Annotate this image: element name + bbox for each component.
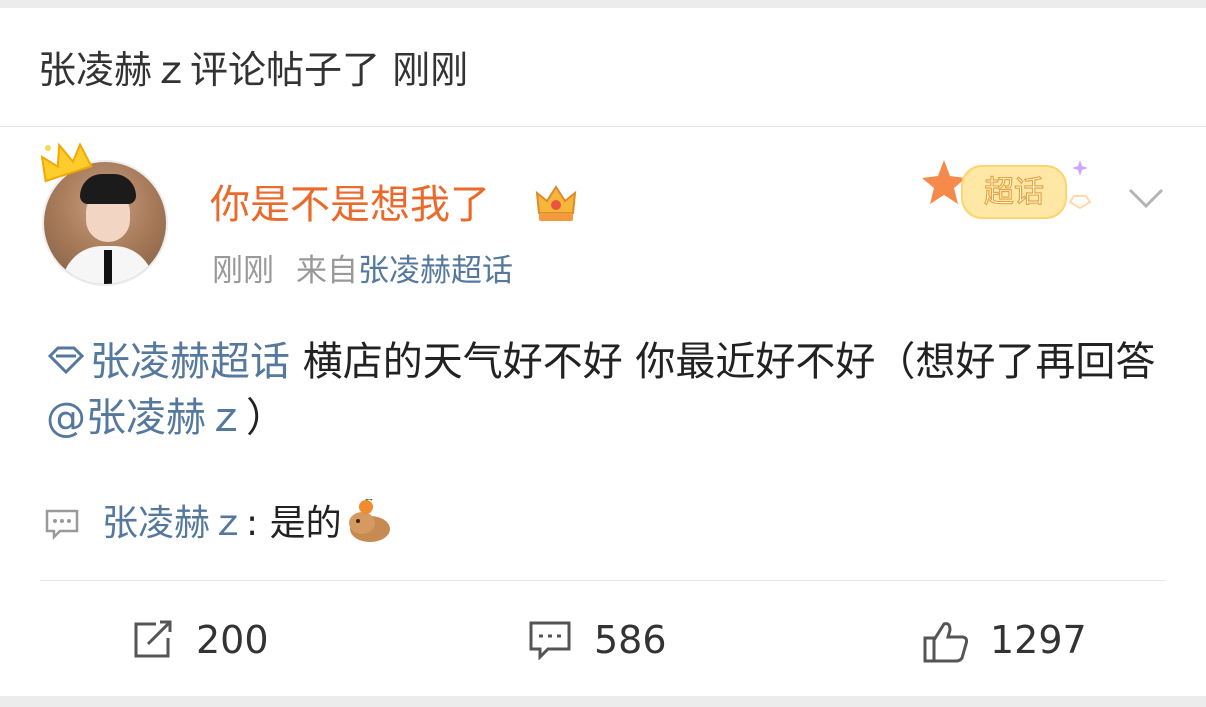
capybara-emoji bbox=[348, 499, 390, 542]
comment-notice[interactable]: 张凌赫ｚ评论帖子了 刚刚 bbox=[0, 8, 1206, 127]
reply-user[interactable]: 张凌赫ｚ bbox=[102, 503, 246, 544]
mention-link[interactable]: @张凌赫ｚ bbox=[46, 395, 246, 441]
body-text-part1: 横店的天气好不好 你最近好不好（想好了再回答 bbox=[290, 339, 1156, 385]
comment-count: 586 bbox=[594, 618, 667, 662]
crown-icon bbox=[40, 142, 93, 183]
comment-icon bbox=[45, 509, 79, 540]
notice-text: 张凌赫ｚ评论帖子了 刚刚 bbox=[38, 48, 469, 92]
reply-separator: : bbox=[246, 503, 270, 544]
body-text-part2: ） bbox=[246, 395, 286, 441]
chevron-down-icon[interactable] bbox=[1126, 184, 1166, 212]
reply-text: 张凌赫ｚ: 是的 bbox=[102, 499, 392, 548]
supertopic-badge-label: 超话 bbox=[984, 175, 1044, 210]
topic-link[interactable]: 张凌赫超话 bbox=[90, 339, 290, 385]
author-name[interactable]: 你是不是想我了 bbox=[210, 182, 490, 228]
from-prefix: 来自 bbox=[296, 253, 358, 289]
from-topic-link[interactable]: 张凌赫超话 bbox=[358, 253, 513, 289]
divider bbox=[40, 580, 1166, 581]
like-count: 1297 bbox=[990, 618, 1087, 662]
supertopic-badge-icon[interactable]: 超话 bbox=[918, 150, 1108, 240]
top-strip bbox=[0, 0, 1206, 8]
avatar-wrap[interactable] bbox=[36, 138, 176, 298]
vip-crown-icon[interactable] bbox=[533, 183, 579, 225]
like-icon bbox=[923, 622, 969, 663]
reply-content: 是的 bbox=[269, 503, 342, 544]
topic-diamond-icon bbox=[47, 346, 85, 374]
post-time: 刚刚 bbox=[212, 253, 274, 289]
bottom-strip bbox=[0, 696, 1206, 707]
repost-count: 200 bbox=[196, 618, 269, 662]
post-meta: 刚刚 来自张凌赫超话 bbox=[212, 252, 513, 290]
post-body: 张凌赫超话 横店的天气好不好 你最近好不好（想好了再回答 @张凌赫ｚ） bbox=[46, 334, 1166, 446]
comment-icon bbox=[529, 621, 571, 660]
repost-icon bbox=[134, 620, 172, 658]
